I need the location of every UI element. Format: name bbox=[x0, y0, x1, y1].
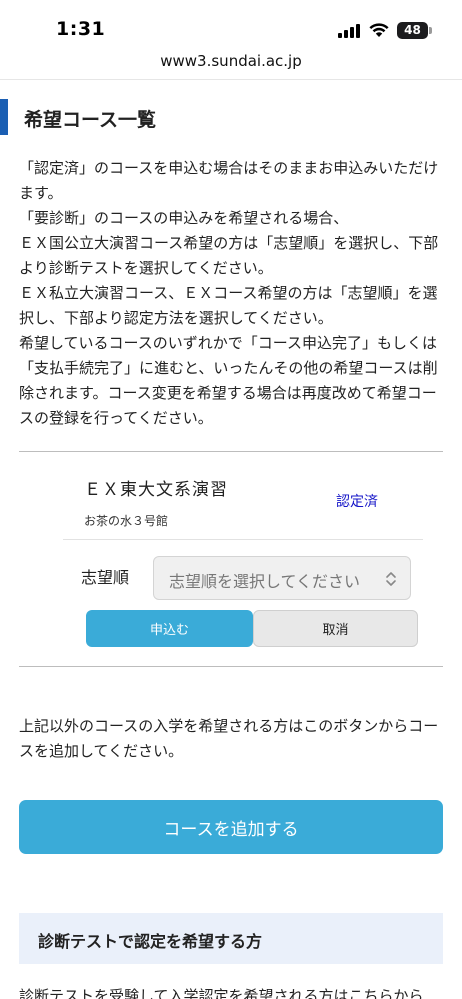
chevron-updown-icon bbox=[386, 572, 396, 586]
add-course-button[interactable]: コースを追加する bbox=[19, 800, 443, 854]
intro-line: ＥＸ国公立大演習コース希望の方は「志望順」を選択し、下部より診断テストを選択して… bbox=[19, 234, 439, 277]
cellular-signal-icon bbox=[338, 24, 362, 38]
preference-select[interactable]: 志望順を選択してください bbox=[153, 556, 411, 600]
diagnosis-heading-box: 診断テストで認定を希望する方 bbox=[19, 913, 443, 964]
battery-level: 48 bbox=[397, 22, 428, 39]
intro-line: 「要診断」のコースの申込みを希望される場合、 bbox=[19, 209, 349, 227]
course-top-divider bbox=[19, 451, 443, 452]
section-heading: 希望コース一覧 bbox=[0, 99, 462, 135]
preference-select-value: 志望順を選択してください bbox=[169, 572, 361, 591]
section-title: 希望コース一覧 bbox=[24, 109, 157, 131]
intro-line: 「認定済」のコースを申込む場合はそのままお申込みいただけます。 bbox=[19, 159, 439, 202]
course-status-badge: 認定済 bbox=[336, 494, 378, 510]
intro-line: ＥＸ私立大演習コース、ＥＸコース希望の方は「志望順」を選択し、下部より認定方法を… bbox=[19, 284, 438, 327]
diagnosis-description: 診断テストを受験して入学認定を希望される方はこちらから bbox=[19, 987, 424, 999]
heading-accent-bar bbox=[0, 99, 8, 135]
diagnosis-title: 診断テストで認定を希望する方 bbox=[38, 932, 263, 951]
intro-line: 希望しているコースのいずれかで「コース申込完了」もしくは「支払手続完了」に進むと… bbox=[19, 334, 438, 427]
course-bottom-divider bbox=[19, 666, 443, 667]
apply-button[interactable]: 申込む bbox=[86, 610, 253, 647]
add-course-note: 上記以外のコースの入学を希望される方はこのボタンからコースを追加してください。 bbox=[19, 717, 439, 760]
browser-url[interactable]: www3.sundai.ac.jp bbox=[0, 52, 462, 78]
course-inner-divider bbox=[63, 539, 423, 540]
status-time: 1:31 bbox=[56, 18, 106, 40]
wifi-icon bbox=[369, 23, 389, 37]
battery-icon: 48 bbox=[397, 22, 433, 39]
status-bar: 1:31 48 bbox=[0, 0, 462, 50]
cancel-button[interactable]: 取消 bbox=[253, 610, 418, 647]
url-divider bbox=[0, 79, 462, 80]
preference-label: 志望順 bbox=[81, 568, 130, 587]
course-name: ＥＸ東大文系演習 bbox=[84, 480, 228, 500]
intro-text: 「認定済」のコースを申込む場合はそのままお申込みいただけます。 「要診断」のコー… bbox=[19, 156, 443, 431]
course-location: お茶の水３号館 bbox=[84, 514, 169, 528]
